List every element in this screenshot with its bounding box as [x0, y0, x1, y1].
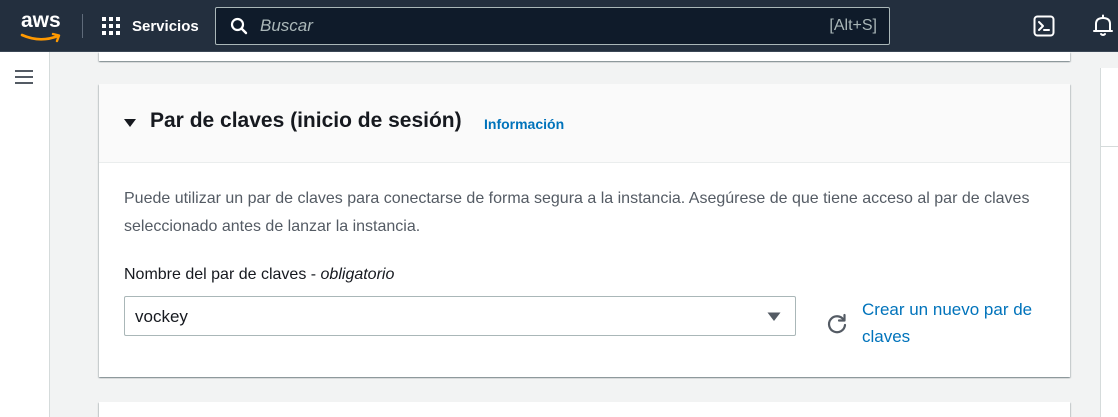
- services-menu-button[interactable]: Servicios: [102, 16, 199, 36]
- next-section-card: [99, 402, 1070, 417]
- key-pair-name-label: Nombre del par de claves - obligatorio: [124, 266, 394, 284]
- field-label-text: Nombre del par de claves -: [124, 266, 321, 283]
- right-panel-divider: [1101, 146, 1118, 147]
- refresh-icon[interactable]: [826, 313, 848, 335]
- aws-smile-icon: [20, 32, 61, 43]
- search-shortcut-hint: [Alt+S]: [829, 17, 877, 34]
- search-input[interactable]: [260, 15, 800, 37]
- section-title: Par de claves (inicio de sesión): [150, 109, 462, 132]
- key-pair-section-header[interactable]: Par de claves (inicio de sesión) Informa…: [99, 84, 1070, 163]
- create-key-pair-link[interactable]: Crear un nuevo par de claves: [862, 296, 1052, 350]
- aws-logo-text: aws: [21, 9, 61, 32]
- search-icon: [230, 17, 248, 35]
- section-description: Puede utilizar un par de claves para con…: [124, 190, 1030, 235]
- search-bar[interactable]: [Alt+S]: [215, 7, 890, 45]
- bell-icon[interactable]: [1092, 14, 1114, 38]
- cloudshell-icon[interactable]: [1033, 15, 1055, 37]
- right-side-panel: [1100, 68, 1118, 417]
- info-link[interactable]: Información: [484, 116, 564, 132]
- services-label: Servicios: [132, 17, 199, 35]
- caret-down-icon[interactable]: [123, 116, 137, 130]
- nav-divider: [82, 14, 83, 38]
- aws-logo[interactable]: aws: [20, 8, 66, 44]
- hamburger-menu-icon[interactable]: [15, 70, 33, 86]
- key-pair-select[interactable]: vockey: [124, 296, 796, 336]
- grid-icon: [102, 17, 120, 35]
- previous-section-card: [99, 52, 1070, 61]
- left-sidebar: [0, 52, 50, 417]
- required-indicator: obligatorio: [320, 266, 395, 283]
- top-navigation-bar: aws Servicios [Alt+S]: [0, 0, 1118, 52]
- selected-key-pair: vockey: [135, 307, 188, 326]
- key-pair-section: Par de claves (inicio de sesión) Informa…: [99, 84, 1070, 377]
- dropdown-caret-icon: [767, 312, 781, 321]
